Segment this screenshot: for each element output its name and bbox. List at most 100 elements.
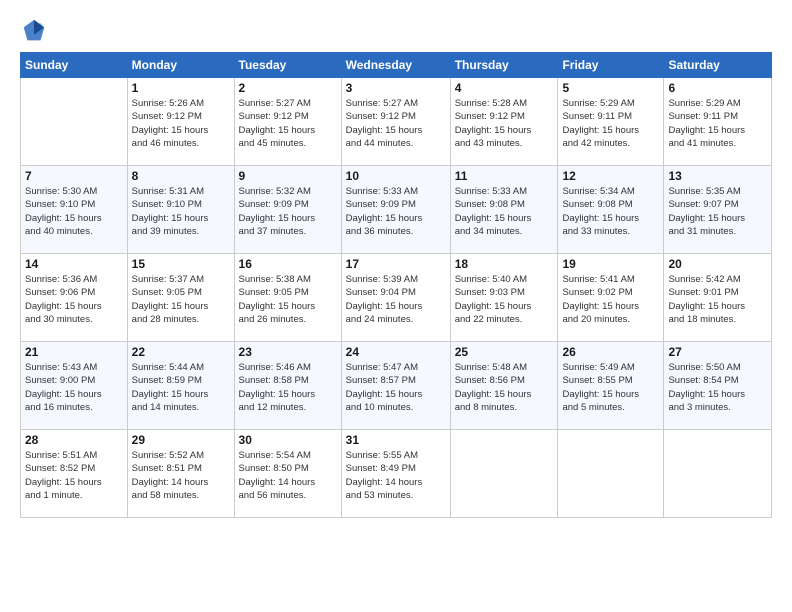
calendar-cell [558, 430, 664, 518]
calendar-cell: 13Sunrise: 5:35 AM Sunset: 9:07 PM Dayli… [664, 166, 772, 254]
calendar-cell: 9 Sunrise: 5:32 AM Sunset: 9:09 PM Daylig… [234, 166, 341, 254]
day-info: Sunrise: 5:28 AM Sunset: 9:12 PM Dayligh… [455, 97, 554, 150]
day-number: 27 [668, 345, 767, 359]
day-number: 1 [132, 81, 230, 95]
day-info: Sunrise: 5:39 AM Sunset: 9:04 PM Dayligh… [346, 273, 446, 326]
weekday-header-thursday: Thursday [450, 53, 558, 78]
day-info: Sunrise: 5:29 AM Sunset: 9:11 PM Dayligh… [562, 97, 659, 150]
weekday-header-row: SundayMondayTuesdayWednesdayThursdayFrid… [21, 53, 772, 78]
day-number: 19 [562, 257, 659, 271]
day-number: 16 [239, 257, 337, 271]
day-number: 5 [562, 81, 659, 95]
day-number: 24 [346, 345, 446, 359]
calendar-cell: 22Sunrise: 5:44 AM Sunset: 8:59 PM Dayli… [127, 342, 234, 430]
weekday-header-friday: Friday [558, 53, 664, 78]
calendar-cell: 14Sunrise: 5:36 AM Sunset: 9:06 PM Dayli… [21, 254, 128, 342]
day-number: 20 [668, 257, 767, 271]
calendar-cell: 19 Sunrise: 5:41 AM Sunset: 9:02 PM Dayli… [558, 254, 664, 342]
day-number: 4 [455, 81, 554, 95]
calendar-week-row: 1 Sunrise: 5:26 AM Sunset: 9:12 PM Daylig… [21, 78, 772, 166]
day-number: 2 [239, 81, 337, 95]
day-info: Sunrise: 5:41 AM Sunset: 9:02 PM Dayligh… [562, 273, 659, 326]
calendar-week-row: 7 Sunrise: 5:30 AM Sunset: 9:10 PM Daylig… [21, 166, 772, 254]
calendar-week-row: 14Sunrise: 5:36 AM Sunset: 9:06 PM Dayli… [21, 254, 772, 342]
calendar-cell: 31 Sunrise: 5:55 AM Sunset: 8:49 PM Dayli… [341, 430, 450, 518]
day-info: Sunrise: 5:40 AM Sunset: 9:03 PM Dayligh… [455, 273, 554, 326]
day-number: 3 [346, 81, 446, 95]
weekday-header-wednesday: Wednesday [341, 53, 450, 78]
day-number: 12 [562, 169, 659, 183]
logo [20, 18, 52, 46]
calendar-week-row: 28 Sunrise: 5:51 AM Sunset: 8:52 PM Dayli… [21, 430, 772, 518]
calendar-cell: 24Sunrise: 5:47 AM Sunset: 8:57 PM Dayli… [341, 342, 450, 430]
day-info: Sunrise: 5:52 AM Sunset: 8:51 PM Dayligh… [132, 449, 230, 502]
day-number: 6 [668, 81, 767, 95]
day-number: 9 [239, 169, 337, 183]
calendar-cell: 20 Sunrise: 5:42 AM Sunset: 9:01 PM Dayli… [664, 254, 772, 342]
day-info: Sunrise: 5:51 AM Sunset: 8:52 PM Dayligh… [25, 449, 123, 502]
calendar-cell: 6 Sunrise: 5:29 AM Sunset: 9:11 PM Daylig… [664, 78, 772, 166]
weekday-header-sunday: Sunday [21, 53, 128, 78]
day-info: Sunrise: 5:31 AM Sunset: 9:10 PM Dayligh… [132, 185, 230, 238]
calendar-cell: 8 Sunrise: 5:31 AM Sunset: 9:10 PM Daylig… [127, 166, 234, 254]
day-info: Sunrise: 5:30 AM Sunset: 9:10 PM Dayligh… [25, 185, 123, 238]
calendar-cell: 2 Sunrise: 5:27 AM Sunset: 9:12 PM Daylig… [234, 78, 341, 166]
day-number: 11 [455, 169, 554, 183]
day-info: Sunrise: 5:38 AM Sunset: 9:05 PM Dayligh… [239, 273, 337, 326]
day-info: Sunrise: 5:37 AM Sunset: 9:05 PM Dayligh… [132, 273, 230, 326]
calendar-cell: 27 Sunrise: 5:50 AM Sunset: 8:54 PM Dayli… [664, 342, 772, 430]
day-number: 18 [455, 257, 554, 271]
day-info: Sunrise: 5:27 AM Sunset: 9:12 PM Dayligh… [239, 97, 337, 150]
calendar-cell: 30Sunrise: 5:54 AM Sunset: 8:50 PM Dayli… [234, 430, 341, 518]
calendar-cell: 5 Sunrise: 5:29 AM Sunset: 9:11 PM Daylig… [558, 78, 664, 166]
day-number: 28 [25, 433, 123, 447]
calendar-cell [450, 430, 558, 518]
day-number: 31 [346, 433, 446, 447]
page: SundayMondayTuesdayWednesdayThursdayFrid… [0, 0, 792, 612]
calendar-cell: 16 Sunrise: 5:38 AM Sunset: 9:05 PM Dayli… [234, 254, 341, 342]
calendar-cell: 28 Sunrise: 5:51 AM Sunset: 8:52 PM Dayli… [21, 430, 128, 518]
day-number: 13 [668, 169, 767, 183]
weekday-header-saturday: Saturday [664, 53, 772, 78]
calendar-cell: 17 Sunrise: 5:39 AM Sunset: 9:04 PM Dayli… [341, 254, 450, 342]
calendar-cell: 23Sunrise: 5:46 AM Sunset: 8:58 PM Dayli… [234, 342, 341, 430]
day-info: Sunrise: 5:46 AM Sunset: 8:58 PM Dayligh… [239, 361, 337, 414]
day-info: Sunrise: 5:32 AM Sunset: 9:09 PM Dayligh… [239, 185, 337, 238]
day-number: 17 [346, 257, 446, 271]
day-number: 15 [132, 257, 230, 271]
day-info: Sunrise: 5:55 AM Sunset: 8:49 PM Dayligh… [346, 449, 446, 502]
calendar-cell: 11Sunrise: 5:33 AM Sunset: 9:08 PM Dayli… [450, 166, 558, 254]
calendar-cell: 29Sunrise: 5:52 AM Sunset: 8:51 PM Dayli… [127, 430, 234, 518]
calendar-cell: 3Sunrise: 5:27 AM Sunset: 9:12 PM Daylig… [341, 78, 450, 166]
day-number: 30 [239, 433, 337, 447]
day-info: Sunrise: 5:50 AM Sunset: 8:54 PM Dayligh… [668, 361, 767, 414]
day-number: 26 [562, 345, 659, 359]
calendar-cell: 15 Sunrise: 5:37 AM Sunset: 9:05 PM Dayli… [127, 254, 234, 342]
day-info: Sunrise: 5:43 AM Sunset: 9:00 PM Dayligh… [25, 361, 123, 414]
calendar-table: SundayMondayTuesdayWednesdayThursdayFrid… [20, 52, 772, 518]
calendar-cell: 10 Sunrise: 5:33 AM Sunset: 9:09 PM Dayli… [341, 166, 450, 254]
day-info: Sunrise: 5:34 AM Sunset: 9:08 PM Dayligh… [562, 185, 659, 238]
header [20, 18, 772, 46]
calendar-cell: 12 Sunrise: 5:34 AM Sunset: 9:08 PM Dayli… [558, 166, 664, 254]
day-number: 22 [132, 345, 230, 359]
calendar-cell [21, 78, 128, 166]
day-number: 8 [132, 169, 230, 183]
calendar-cell: 7 Sunrise: 5:30 AM Sunset: 9:10 PM Daylig… [21, 166, 128, 254]
calendar-cell: 25 Sunrise: 5:48 AM Sunset: 8:56 PM Dayli… [450, 342, 558, 430]
day-number: 10 [346, 169, 446, 183]
day-number: 7 [25, 169, 123, 183]
day-info: Sunrise: 5:33 AM Sunset: 9:09 PM Dayligh… [346, 185, 446, 238]
calendar-cell [664, 430, 772, 518]
calendar-cell: 1 Sunrise: 5:26 AM Sunset: 9:12 PM Daylig… [127, 78, 234, 166]
day-info: Sunrise: 5:48 AM Sunset: 8:56 PM Dayligh… [455, 361, 554, 414]
calendar-week-row: 21 Sunrise: 5:43 AM Sunset: 9:00 PM Dayli… [21, 342, 772, 430]
day-info: Sunrise: 5:42 AM Sunset: 9:01 PM Dayligh… [668, 273, 767, 326]
day-info: Sunrise: 5:26 AM Sunset: 9:12 PM Dayligh… [132, 97, 230, 150]
day-info: Sunrise: 5:29 AM Sunset: 9:11 PM Dayligh… [668, 97, 767, 150]
calendar-cell: 26 Sunrise: 5:49 AM Sunset: 8:55 PM Dayli… [558, 342, 664, 430]
day-number: 14 [25, 257, 123, 271]
day-info: Sunrise: 5:49 AM Sunset: 8:55 PM Dayligh… [562, 361, 659, 414]
day-number: 25 [455, 345, 554, 359]
day-number: 21 [25, 345, 123, 359]
